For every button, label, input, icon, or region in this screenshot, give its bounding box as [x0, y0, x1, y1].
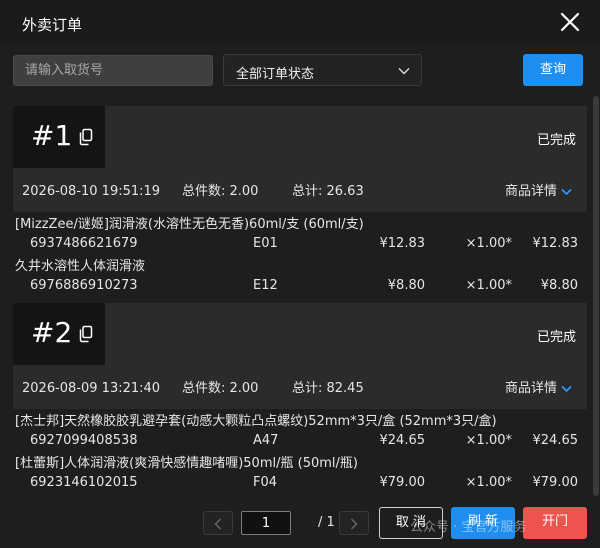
close-icon[interactable] — [556, 8, 584, 36]
order-meta: 2026-08-09 13:21:40 总件数: 2.00 总计: 82.45 — [22, 377, 364, 396]
refresh-button[interactable]: 刷 新 — [451, 507, 515, 539]
order-items: [MizzZee/谜姬]润滑液(水溶性无色无香)60ml/支 (60ml/支) … — [13, 212, 587, 303]
item-name: [杜蕾斯]人体润滑液(爽滑快感情趣啫喱)50ml/瓶 (50ml/瓶) — [15, 456, 358, 471]
item-barcode: 6927099408538 — [30, 433, 138, 448]
product-details-label: 商品详情 — [504, 381, 557, 396]
item-row: 6927099408538 A47 ¥24.65 ×1.00* ¥24.65 — [13, 432, 587, 454]
order-status: 已完成 — [536, 133, 576, 148]
filter-bar: 全部订单状态 查询 — [0, 46, 600, 94]
open-door-button[interactable]: 开门 — [523, 507, 587, 539]
chevron-down-icon — [398, 68, 410, 75]
order-header: #1 已完成 2026-08-10 19:51:19 总件数: 2.00 总计: 2… — [13, 106, 587, 212]
order-total: 总计: 82.45 — [292, 381, 364, 396]
item-location: A47 — [253, 433, 279, 448]
order-number: #2 — [31, 316, 73, 349]
item-location: F04 — [253, 475, 278, 490]
item-row: 6937486621679 E01 ¥12.83 ×1.00* ¥12.83 — [13, 235, 587, 257]
order-quantity: 总件数: 2.00 — [182, 381, 259, 396]
product-details-toggle[interactable]: 商品详情 — [505, 180, 572, 199]
pickup-number-input[interactable] — [13, 55, 213, 86]
item-name: 久井水溶性人体润滑液 — [15, 259, 146, 274]
cancel-button[interactable]: 取 消 — [379, 507, 443, 539]
order-meta: 2026-08-10 19:51:19 总件数: 2.00 总计: 26.63 — [22, 180, 364, 199]
takeout-orders-dialog: 外卖订单 全部订单状态 查询 #1 已完成 2026-08-10 19:51:1… — [0, 0, 600, 548]
title-bar: 外卖订单 — [0, 0, 600, 46]
item-total: ¥24.65 — [532, 433, 579, 448]
item-barcode: 6923146102015 — [30, 475, 138, 490]
list-scrollbar[interactable] — [593, 96, 599, 496]
item-location: E12 — [253, 278, 278, 293]
copy-icon[interactable] — [79, 325, 93, 343]
order-number: #1 — [31, 119, 73, 152]
order-items: [杰士邦]天然橡胶胶乳避孕套(动感大颗粒凸点螺纹)52mm*3只/盒 (52mm… — [13, 409, 587, 496]
order-total: 总计: 26.63 — [292, 184, 364, 199]
chevron-right-icon — [350, 518, 358, 530]
item-multiplier: ×1.00* — [465, 236, 512, 251]
chevron-down-icon — [561, 188, 572, 196]
item-name: [MizzZee/谜姬]润滑液(水溶性无色无香)60ml/支 (60ml/支) — [15, 217, 364, 232]
item-multiplier: ×1.00* — [465, 278, 512, 293]
product-details-toggle[interactable]: 商品详情 — [505, 377, 572, 396]
prev-page-button[interactable] — [203, 511, 233, 535]
item-total: ¥12.83 — [532, 236, 579, 251]
product-details-label: 商品详情 — [504, 184, 557, 199]
order-card: #2 已完成 2026-08-09 13:21:40 总件数: 2.00 总计: 8… — [13, 303, 587, 496]
item-barcode: 6937486621679 — [30, 236, 138, 251]
order-status-value: 全部订单状态 — [236, 67, 315, 82]
item-price: ¥8.80 — [387, 278, 425, 293]
dialog-footer: / 1 取 消 刷 新 开门 — [0, 496, 600, 548]
query-button[interactable]: 查询 — [523, 54, 583, 86]
order-list: #1 已完成 2026-08-10 19:51:19 总件数: 2.00 总计: 2… — [13, 106, 587, 496]
item-price: ¥79.00 — [379, 475, 426, 490]
copy-icon[interactable] — [79, 128, 93, 146]
chevron-down-icon — [561, 385, 572, 393]
item-total: ¥8.80 — [540, 278, 578, 293]
order-status: 已完成 — [536, 330, 576, 345]
item-multiplier: ×1.00* — [465, 475, 512, 490]
order-header: #2 已完成 2026-08-09 13:21:40 总件数: 2.00 总计: 8… — [13, 303, 587, 409]
chevron-left-icon — [214, 518, 222, 530]
item-price: ¥12.83 — [379, 236, 426, 251]
order-time: 2026-08-09 13:21:40 — [22, 381, 161, 396]
next-page-button[interactable] — [339, 511, 369, 535]
item-barcode: 6976886910273 — [30, 278, 138, 293]
item-multiplier: ×1.00* — [465, 433, 512, 448]
item-location: E01 — [253, 236, 278, 251]
order-status-select[interactable]: 全部订单状态 — [223, 54, 422, 86]
page-total: / 1 — [318, 515, 335, 530]
page-number-input[interactable] — [241, 511, 291, 535]
item-total: ¥79.00 — [532, 475, 579, 490]
order-time: 2026-08-10 19:51:19 — [22, 184, 161, 199]
item-row: 6923146102015 F04 ¥79.00 ×1.00* ¥79.00 — [13, 474, 587, 496]
item-price: ¥24.65 — [379, 433, 426, 448]
order-card: #1 已完成 2026-08-10 19:51:19 总件数: 2.00 总计: 2… — [13, 106, 587, 303]
item-name: [杰士邦]天然橡胶胶乳避孕套(动感大颗粒凸点螺纹)52mm*3只/盒 (52mm… — [15, 414, 497, 429]
order-number-box: #2 — [13, 303, 105, 365]
order-number-box: #1 — [13, 106, 105, 168]
order-quantity: 总件数: 2.00 — [182, 184, 259, 199]
item-row: 6976886910273 E12 ¥8.80 ×1.00* ¥8.80 — [13, 277, 587, 299]
dialog-title: 外卖订单 — [22, 16, 83, 34]
